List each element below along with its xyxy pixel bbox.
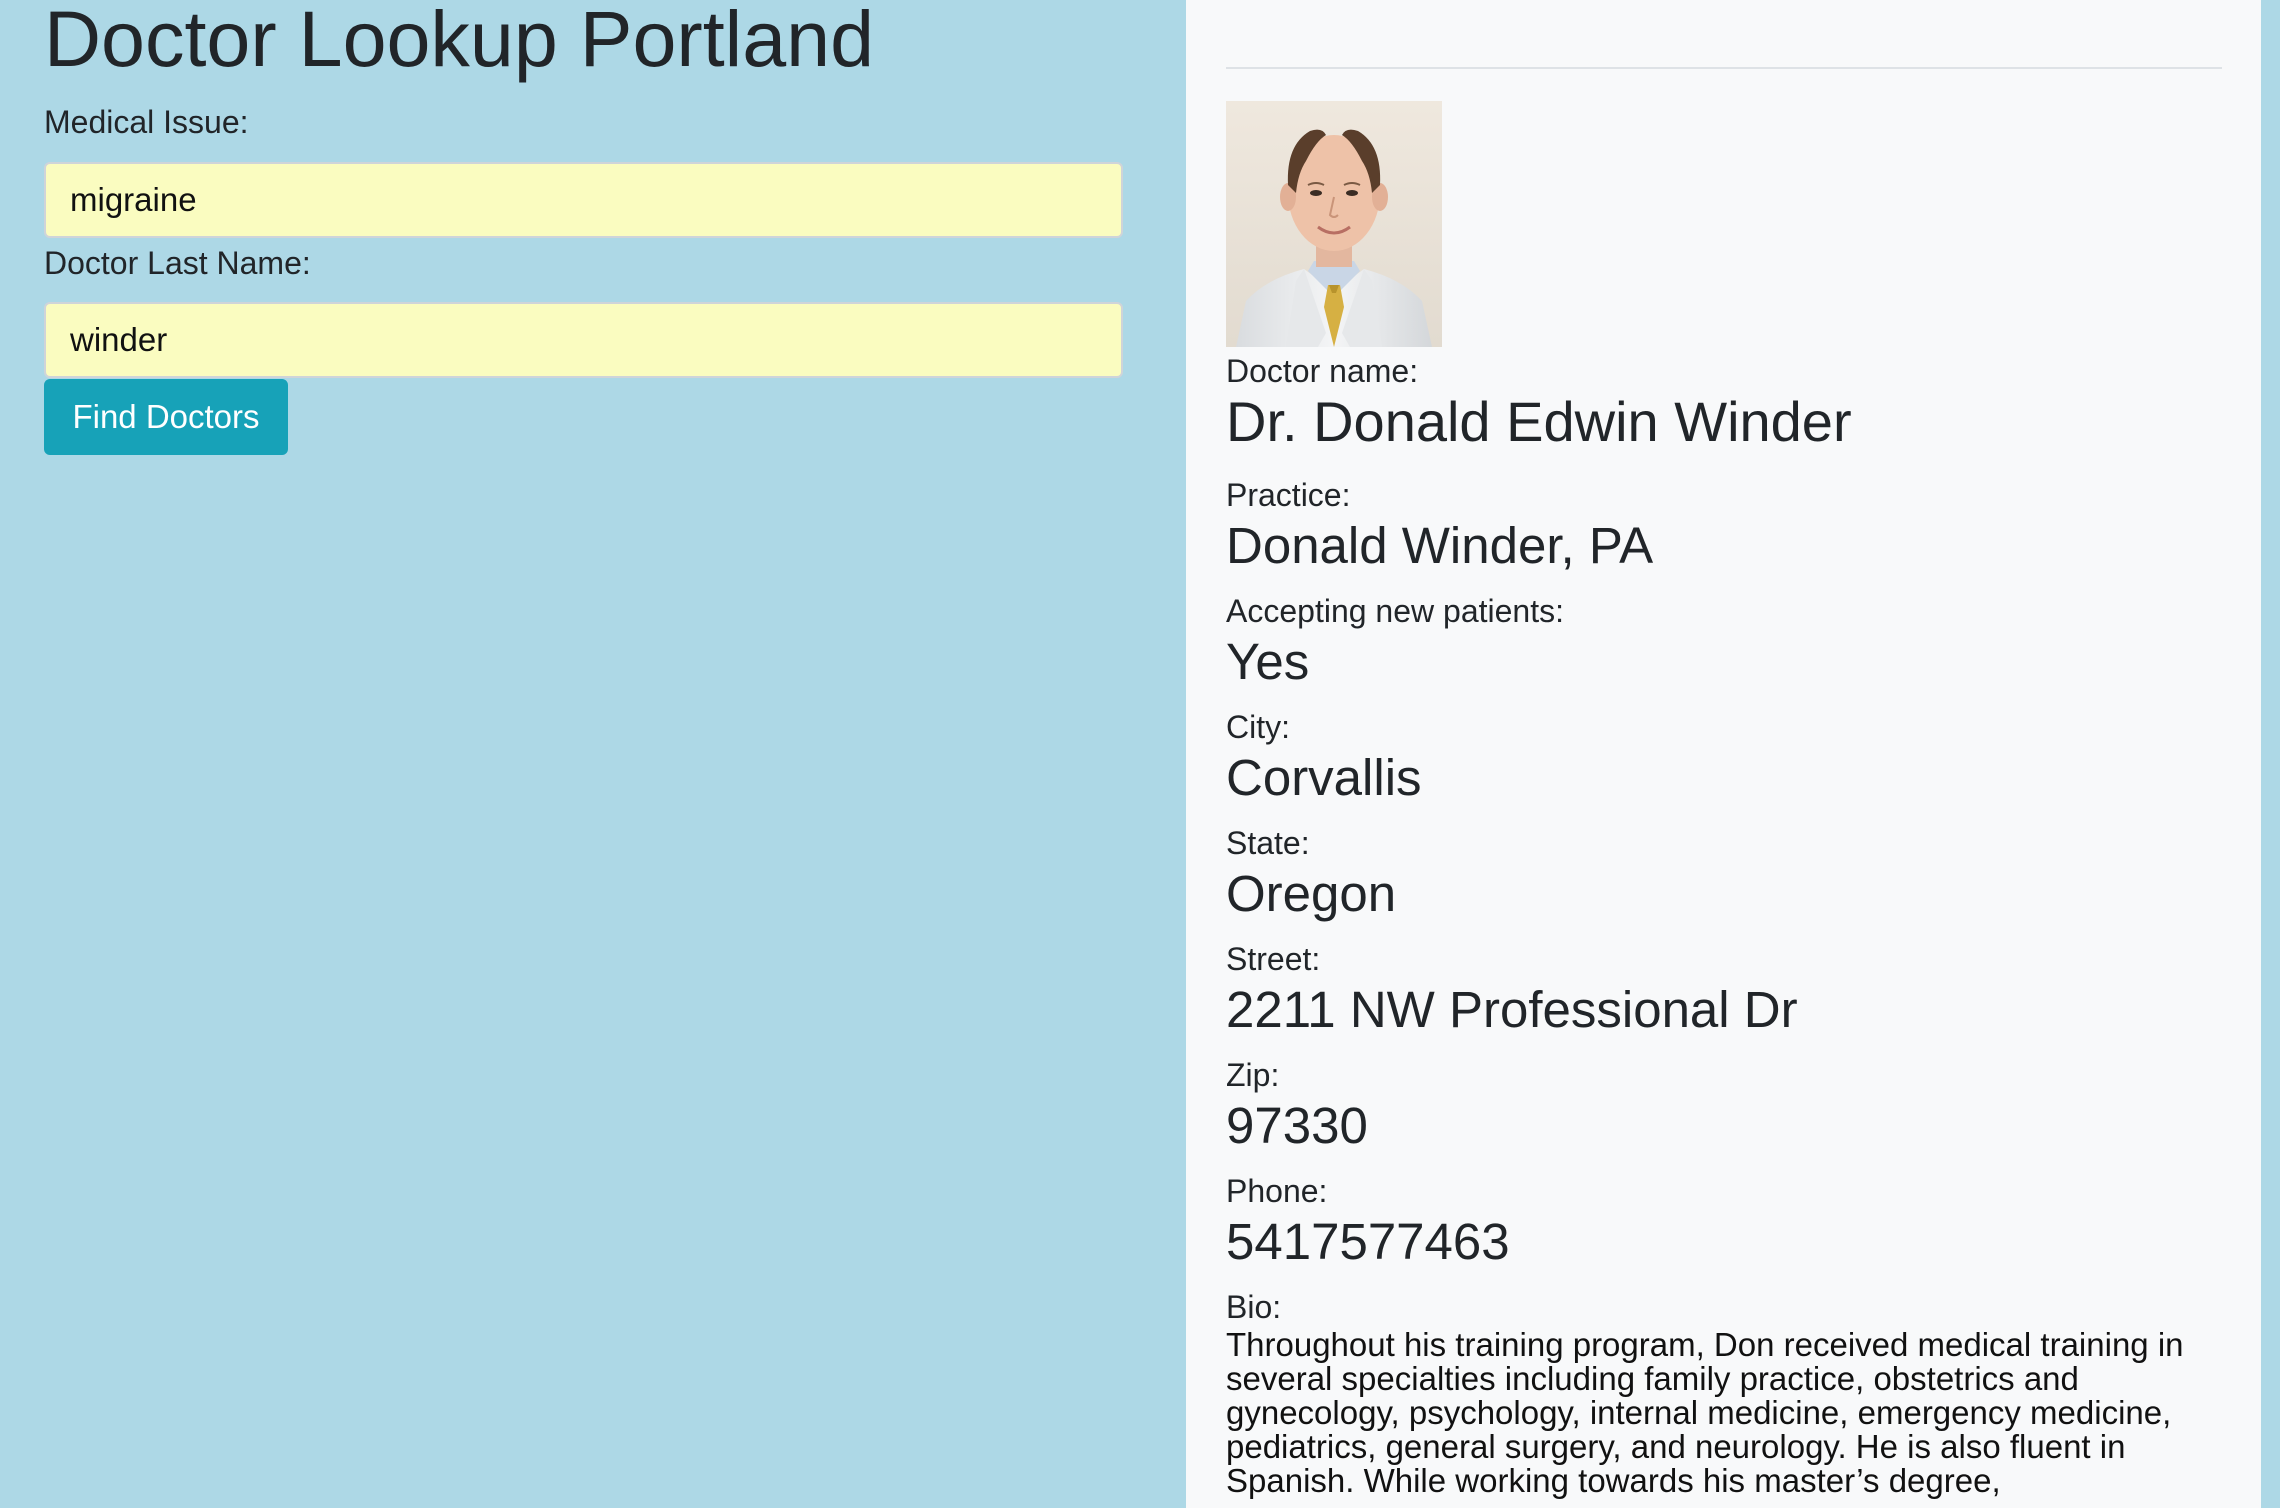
search-panel: Doctor Lookup Portland Medical Issue: Do… [0,0,1186,1508]
phone-value: 5417577463 [1226,1213,1510,1270]
zip-label: Zip: [1226,1057,1280,1093]
state-value: Oregon [1226,865,1397,922]
street-value: 2211 NW Professional Dr [1226,981,1798,1038]
find-doctors-button[interactable]: Find Doctors [44,379,288,455]
accepting-patients-label: Accepting new patients: [1226,593,1564,629]
page-title: Doctor Lookup Portland [44,0,875,83]
doctor-name-value: Dr. Donald Edwin Winder [1226,390,1852,453]
doctor-name-label: Doctor name: [1226,353,1419,389]
window-edge [2261,0,2280,1508]
doctor-photo [1226,101,1442,347]
bio-label: Bio: [1226,1289,1282,1325]
results-divider [1226,67,2222,69]
doctor-last-name-label: Doctor Last Name: [44,245,311,281]
medical-issue-label: Medical Issue: [44,104,249,140]
practice-label: Practice: [1226,477,1351,513]
city-value: Corvallis [1226,749,1422,806]
street-label: Street: [1226,941,1321,977]
accepting-patients-value: Yes [1226,633,1310,690]
city-label: City: [1226,709,1290,745]
doctor-last-name-input[interactable] [44,302,1123,378]
zip-value: 97330 [1226,1097,1368,1154]
state-label: State: [1226,825,1310,861]
doctor-portrait-photo-icon [1226,101,1442,347]
bio-text: Throughout his training program, Don rec… [1226,1326,2184,1499]
medical-issue-input[interactable] [44,162,1123,238]
phone-label: Phone: [1226,1173,1328,1209]
practice-value: Donald Winder, PA [1226,517,1654,574]
results-panel: Doctor name: Dr. Donald Edwin Winder Pra… [1186,0,2261,1508]
